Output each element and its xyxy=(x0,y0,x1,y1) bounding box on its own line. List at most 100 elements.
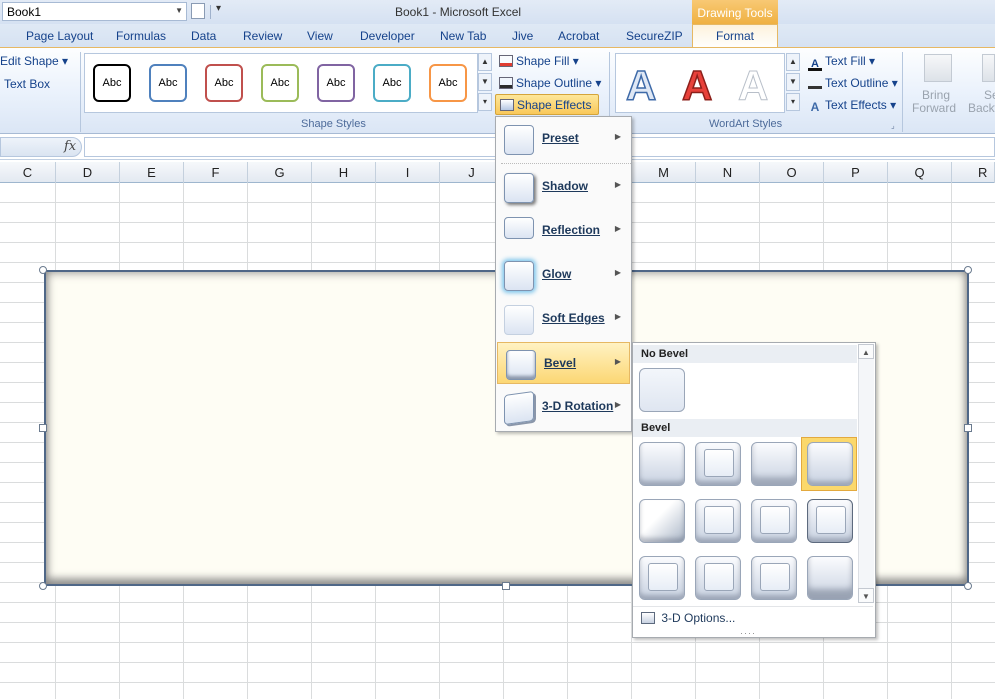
text-outline-button[interactable]: Text Outline ▾ xyxy=(808,76,898,90)
bevel-hard-edge-option[interactable] xyxy=(751,556,797,600)
column-header[interactable]: Q xyxy=(888,162,952,183)
gallery-scroll-down-icon[interactable]: ▼ xyxy=(478,73,492,91)
column-header[interactable]: O xyxy=(760,162,824,183)
shadow-icon xyxy=(504,173,534,203)
bevel-none-option[interactable] xyxy=(639,368,685,412)
bevel-convex-option[interactable] xyxy=(751,499,797,543)
3d-options-button[interactable]: 3-D Options... xyxy=(633,606,873,628)
menu-item-soft-edges[interactable]: Soft Edges ▶ xyxy=(496,298,629,340)
menu-item-reflection[interactable]: Reflection ▶ xyxy=(496,210,629,252)
shape-fill-button[interactable]: Shape Fill ▾ xyxy=(499,54,579,68)
wordart-scroll-down-icon[interactable]: ▼ xyxy=(786,73,800,91)
shape-style-red[interactable]: Abc xyxy=(205,64,243,102)
text-box-button[interactable]: Text Box xyxy=(4,77,50,91)
gallery-scroll-up-icon[interactable]: ▲ xyxy=(478,53,492,71)
window-title: Book1 - Microsoft Excel xyxy=(395,5,522,19)
column-header[interactable]: N xyxy=(696,162,760,183)
shape-outline-button[interactable]: Shape Outline ▾ xyxy=(499,76,601,90)
shape-outline-label: Shape Outline xyxy=(516,76,593,90)
shape-style-green[interactable]: Abc xyxy=(261,64,299,102)
edit-shape-button[interactable]: Edit Shape ▾ xyxy=(0,54,68,68)
new-document-icon[interactable] xyxy=(191,3,205,19)
wordart-style-red[interactable]: A xyxy=(681,61,713,110)
wordart-style-white[interactable]: A xyxy=(737,62,768,110)
bevel-circle-option[interactable] xyxy=(639,442,685,486)
bevel-soft-round-option[interactable] xyxy=(695,499,741,543)
column-header[interactable]: G xyxy=(248,162,312,183)
submenu-scrollbar[interactable] xyxy=(858,344,874,602)
menu-item-bevel[interactable]: Bevel ▶ xyxy=(497,342,630,384)
shape-style-purple[interactable]: Abc xyxy=(317,64,355,102)
wordart-scroll-up-icon[interactable]: ▲ xyxy=(786,53,800,71)
column-header[interactable]: E xyxy=(120,162,184,183)
tab-securezip[interactable]: SecureZIP xyxy=(626,29,683,43)
column-header[interactable]: P xyxy=(824,162,888,183)
column-header[interactable]: I xyxy=(376,162,440,183)
column-header[interactable]: R xyxy=(952,162,995,183)
bevel-relaxed-inset-option[interactable] xyxy=(695,442,741,486)
bevel-slope-option[interactable] xyxy=(807,499,853,543)
menu-item-3d-rotation[interactable]: 3-D Rotation ▶ xyxy=(496,386,629,428)
bevel-art-deco-option[interactable] xyxy=(807,556,853,600)
no-bevel-header: No Bevel xyxy=(633,345,857,363)
column-header[interactable]: F xyxy=(184,162,248,183)
glow-icon xyxy=(504,261,534,291)
menu-item-glow[interactable]: Glow ▶ xyxy=(496,254,629,296)
scroll-down-icon[interactable]: ▼ xyxy=(858,588,874,603)
name-box-value: Book1 xyxy=(7,5,42,19)
qat-separator xyxy=(210,5,211,19)
column-header[interactable]: D xyxy=(56,162,120,183)
bevel-riblet-option[interactable] xyxy=(695,556,741,600)
tab-view[interactable]: View xyxy=(307,29,333,43)
bevel-divot-option[interactable] xyxy=(639,556,685,600)
menu-item-shadow[interactable]: Shadow ▶ xyxy=(496,166,629,208)
chevron-down-icon[interactable]: ▼ xyxy=(175,6,183,15)
insert-function-icon[interactable]: fx xyxy=(64,139,76,154)
tab-page-layout[interactable]: Page Layout xyxy=(26,29,93,43)
menu-item-label: Bevel xyxy=(544,356,577,370)
reflection-icon xyxy=(504,217,534,239)
scroll-up-icon[interactable]: ▲ xyxy=(858,344,874,359)
tab-review[interactable]: Review xyxy=(243,29,282,43)
tab-new-tab[interactable]: New Tab xyxy=(440,29,486,43)
resize-handle-bottom-left[interactable] xyxy=(39,582,47,590)
text-fill-button[interactable]: A Text Fill ▾ xyxy=(808,54,875,71)
shape-style-blue[interactable]: Abc xyxy=(149,64,187,102)
wordart-more-icon[interactable]: ▾ xyxy=(786,93,800,111)
wordart-style-blue-outline[interactable]: A xyxy=(625,61,657,110)
shape-style-orange[interactable]: Abc xyxy=(429,64,467,102)
gallery-more-icon[interactable]: ▾ xyxy=(478,93,492,111)
bevel-cross-option[interactable] xyxy=(751,442,797,486)
shape-effects-button[interactable]: Shape Effects ▾ xyxy=(495,94,599,126)
tab-data[interactable]: Data xyxy=(191,29,216,43)
resize-gripper-icon[interactable]: ···· xyxy=(740,628,756,638)
tab-jive[interactable]: Jive xyxy=(512,29,533,43)
name-box[interactable]: Book1 ▼ xyxy=(2,2,187,21)
column-header[interactable]: C xyxy=(0,162,56,183)
resize-handle-top-right[interactable] xyxy=(964,266,972,274)
resize-handle-left[interactable] xyxy=(39,424,47,432)
menu-separator xyxy=(501,163,631,164)
resize-handle-bottom[interactable] xyxy=(502,582,510,590)
paint-bucket-icon xyxy=(499,55,513,67)
resize-handle-right[interactable] xyxy=(964,424,972,432)
tab-acrobat[interactable]: Acrobat xyxy=(558,29,599,43)
bevel-angle-option[interactable] xyxy=(639,499,685,543)
menu-item-preset[interactable]: Preset ▶ xyxy=(496,118,629,160)
send-backward-label-line2: Backw xyxy=(968,101,995,115)
tab-developer[interactable]: Developer xyxy=(360,29,415,43)
text-effects-button[interactable]: A Text Effects ▾ xyxy=(808,98,897,113)
customize-qat-icon[interactable]: ▾ xyxy=(216,3,221,14)
column-header[interactable]: H xyxy=(312,162,376,183)
resize-handle-bottom-right[interactable] xyxy=(964,582,972,590)
resize-handle-top-left[interactable] xyxy=(39,266,47,274)
shape-style-black[interactable]: Abc xyxy=(93,64,131,102)
column-header[interactable]: M xyxy=(632,162,696,183)
text-fill-label: Text Fill xyxy=(825,54,866,68)
bevel-cool-slant-option[interactable] xyxy=(807,442,853,486)
tab-formulas[interactable]: Formulas xyxy=(116,29,166,43)
shape-style-aqua[interactable]: Abc xyxy=(373,64,411,102)
tab-format[interactable]: Format xyxy=(692,24,778,48)
dialog-launcher-icon[interactable]: ⌟ xyxy=(891,121,895,130)
bring-forward-label-line2: Forward xyxy=(912,101,957,115)
